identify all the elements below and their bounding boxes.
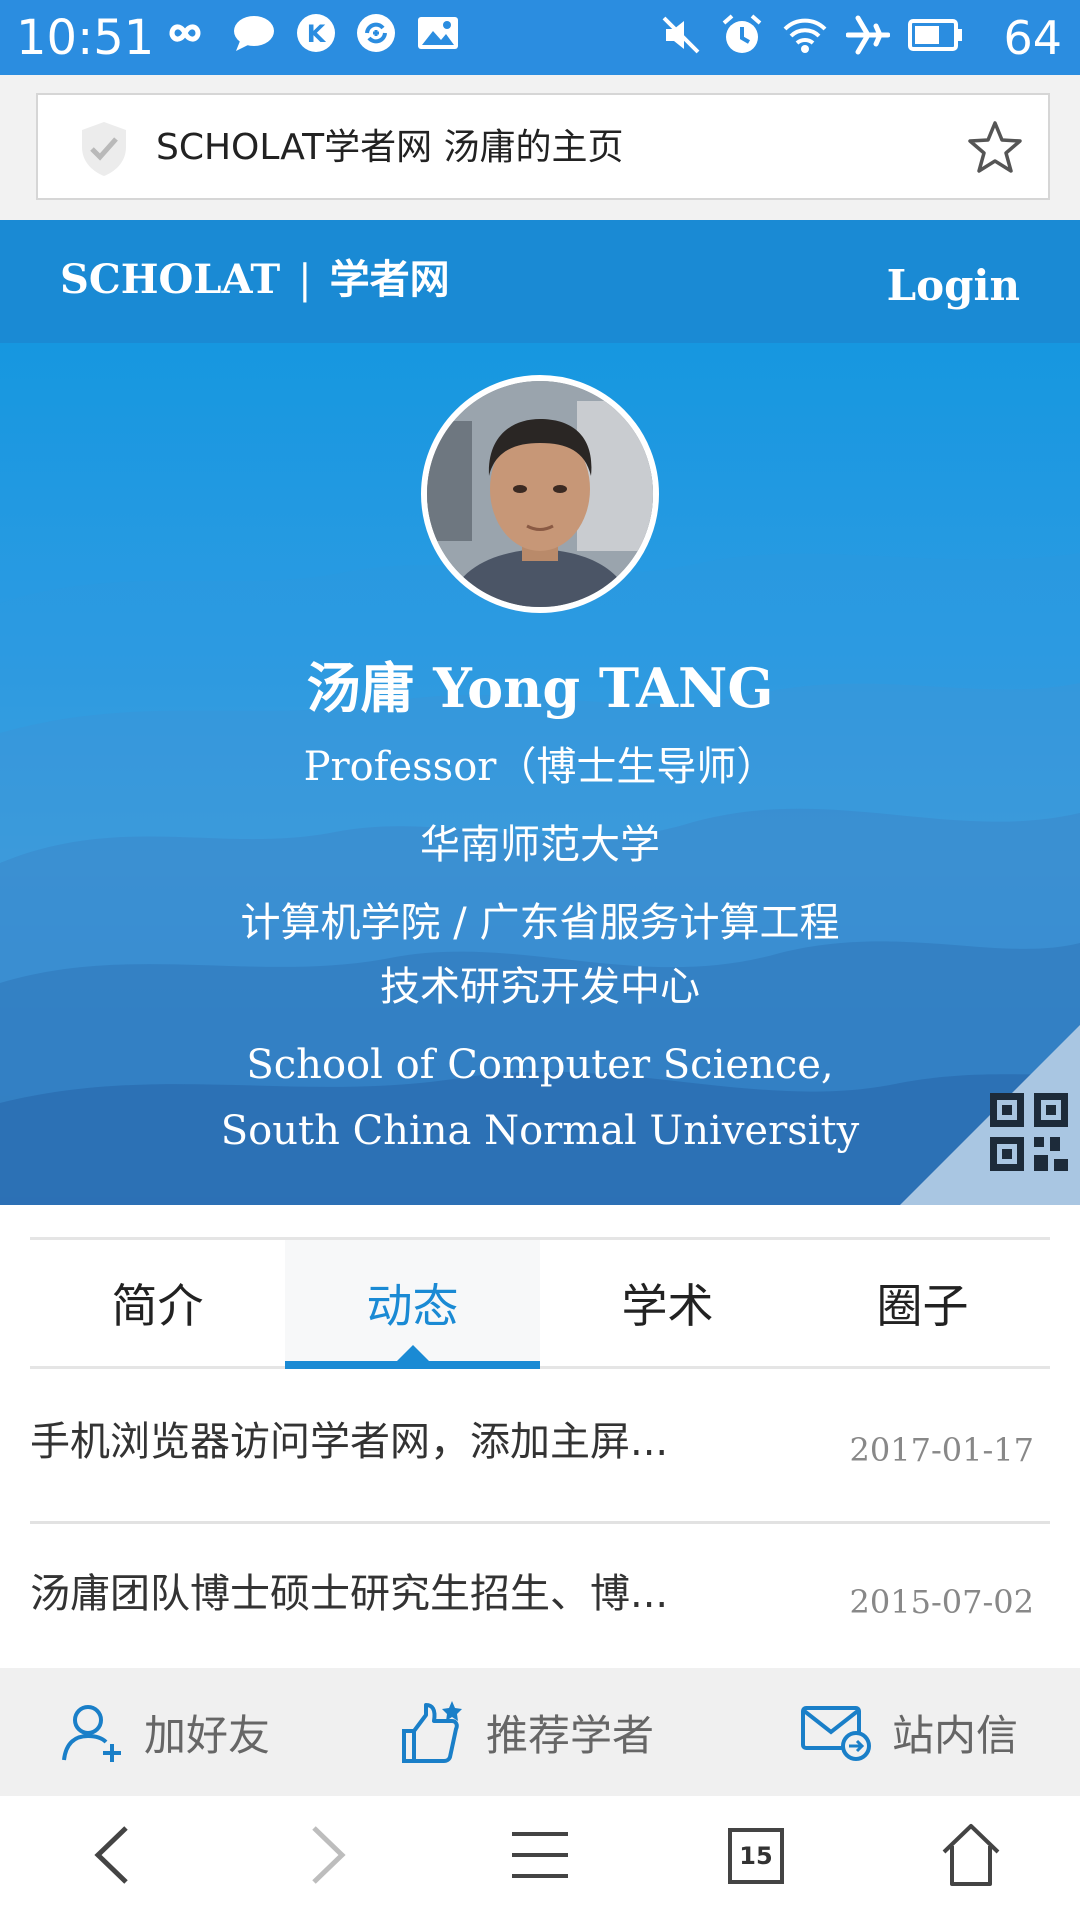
news-date: 2015-07-02 bbox=[849, 1583, 1035, 1621]
add-friend-label: 加好友 bbox=[144, 1710, 271, 1760]
sync-icon bbox=[356, 13, 396, 53]
battery-level: 64 bbox=[1003, 11, 1062, 65]
profile-department-line2: 技术研究开发中心 bbox=[380, 964, 700, 1010]
tab-label: 圈子 bbox=[876, 1279, 969, 1333]
tab-intro[interactable]: 简介 bbox=[30, 1240, 285, 1366]
tab-label: 学术 bbox=[621, 1279, 714, 1333]
forward-arrow-icon[interactable] bbox=[298, 1820, 354, 1890]
site-message-button[interactable]: 站内信 bbox=[800, 1668, 1018, 1796]
portrait-image bbox=[427, 381, 653, 607]
tabs-count-button[interactable]: 15 bbox=[728, 1828, 784, 1884]
active-tab-caret bbox=[396, 1345, 429, 1361]
brand-cn: 学者网 bbox=[329, 256, 450, 303]
menu-icon[interactable] bbox=[510, 1820, 570, 1890]
qr-code-button[interactable] bbox=[900, 1025, 1080, 1205]
address-bar[interactable]: SCHOLAT学者网 汤庸的主页 bbox=[36, 93, 1050, 200]
k-app-icon: K bbox=[296, 13, 336, 53]
brand-en: SCHOLAT bbox=[60, 256, 281, 303]
mute-icon bbox=[660, 14, 702, 56]
site-message-label: 站内信 bbox=[892, 1710, 1019, 1760]
tab-circle[interactable]: 圈子 bbox=[795, 1240, 1050, 1366]
tab-count: 15 bbox=[739, 1842, 773, 1870]
tab-academic[interactable]: 学术 bbox=[540, 1240, 795, 1366]
status-right-icons bbox=[660, 13, 964, 57]
profile-name: 汤庸 Yong TANG bbox=[306, 656, 774, 720]
tab-label: 动态 bbox=[366, 1279, 459, 1333]
recommend-scholar-label: 推荐学者 bbox=[486, 1710, 655, 1760]
alarm-icon bbox=[720, 13, 764, 57]
airplane-icon bbox=[846, 14, 890, 56]
infinity-icon bbox=[158, 13, 212, 53]
battery-icon bbox=[908, 17, 964, 53]
avatar[interactable] bbox=[421, 375, 659, 613]
profile-hero: 汤庸 Yong TANG Professor（博士生导师） 华南师范大学 计算机… bbox=[0, 343, 1080, 1205]
bookmark-star-icon[interactable] bbox=[966, 119, 1024, 177]
tab-label: 简介 bbox=[111, 1279, 204, 1333]
mail-icon bbox=[800, 1702, 872, 1762]
qr-code-icon bbox=[900, 1025, 1080, 1205]
news-list-item[interactable]: 手机浏览器访问学者网，添加主屏... 2017-01-17 bbox=[30, 1372, 1050, 1524]
home-icon[interactable] bbox=[940, 1820, 1002, 1890]
wifi-icon bbox=[782, 15, 828, 55]
login-link[interactable]: Login bbox=[887, 256, 1020, 316]
profile-university: 华南师范大学 bbox=[420, 822, 660, 868]
active-tab-underline bbox=[285, 1361, 540, 1369]
profile-action-bar: 加好友 推荐学者 站内信 bbox=[0, 1668, 1080, 1796]
site-logo[interactable]: SCHOLAT | 学者网 bbox=[60, 250, 450, 310]
brand-separator: | bbox=[298, 257, 312, 303]
news-title[interactable]: 手机浏览器访问学者网，添加主屏... bbox=[30, 1412, 668, 1472]
browser-address-area: SCHOLAT学者网 汤庸的主页 bbox=[0, 75, 1080, 220]
recommend-scholar-button[interactable]: 推荐学者 bbox=[400, 1668, 654, 1796]
tab-activity[interactable]: 动态 bbox=[285, 1240, 540, 1369]
svg-text:K: K bbox=[307, 20, 327, 48]
news-list-item[interactable]: 汤庸团队博士硕士研究生招生、博... 2015-07-02 bbox=[30, 1524, 1050, 1676]
add-friend-button[interactable]: 加好友 bbox=[60, 1668, 270, 1796]
chat-bubble-icon bbox=[232, 13, 276, 53]
page-title[interactable]: SCHOLAT学者网 汤庸的主页 bbox=[156, 123, 624, 173]
thumbs-up-icon bbox=[400, 1699, 466, 1765]
status-time: 10:51 bbox=[16, 10, 155, 66]
back-arrow-icon[interactable] bbox=[86, 1820, 142, 1890]
add-user-icon bbox=[60, 1700, 124, 1764]
news-title[interactable]: 汤庸团队博士硕士研究生招生、博... bbox=[30, 1564, 668, 1624]
profile-tabs: 简介 动态 学术 圈子 bbox=[30, 1237, 1050, 1369]
status-left-icons: K bbox=[158, 13, 460, 53]
profile-title: Professor（博士生导师） bbox=[303, 744, 777, 790]
status-bar: 10:51 K 64 bbox=[0, 0, 1080, 75]
news-date: 2017-01-17 bbox=[849, 1431, 1035, 1469]
image-icon bbox=[416, 13, 460, 53]
shield-icon bbox=[78, 119, 130, 179]
site-header: SCHOLAT | 学者网 Login bbox=[0, 220, 1080, 343]
profile-department-line1: 计算机学院 / 广东省服务计算工程 bbox=[240, 900, 840, 946]
browser-toolbar: 15 bbox=[0, 1796, 1080, 1920]
